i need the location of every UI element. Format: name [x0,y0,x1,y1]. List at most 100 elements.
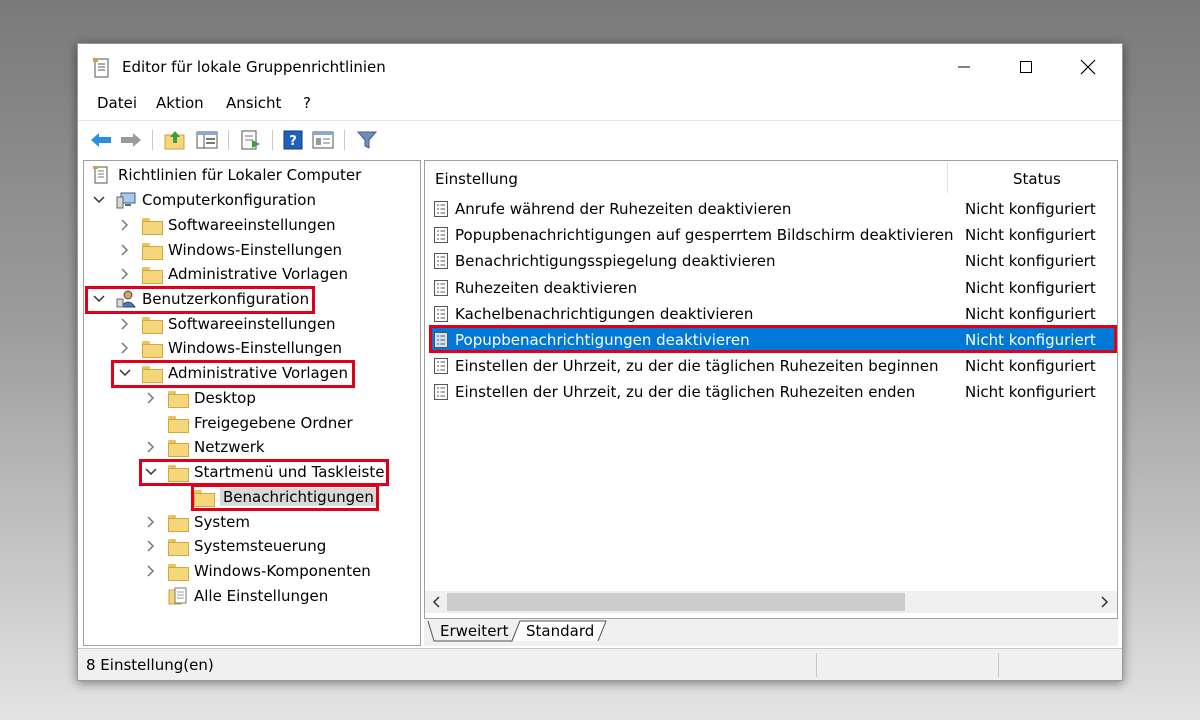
all-settings-icon [168,587,188,605]
tree-item-network[interactable]: Netzwerk [144,435,265,459]
tree-item-notifications[interactable]: Benachrichtigungen [170,485,377,509]
setting-name: Kachelbenachrichtigungen deaktivieren [455,305,754,323]
folder-icon [142,265,163,284]
tree-item-system[interactable]: System [144,510,250,534]
tree-item-user-admin[interactable]: Administrative Vorlagen [118,361,348,385]
tree-item-root[interactable]: Richtlinien für Lokaler Computer [92,163,361,187]
tree-label: Administrative Vorlagen [168,265,349,283]
status-separator [998,653,999,677]
tree-label-selected: Benachrichtigungen [220,488,377,506]
status-count: 8 Einstellung(en) [86,656,214,674]
menu-aktion[interactable]: Aktion [152,94,208,112]
computer-icon [116,191,136,209]
chevron-down-icon[interactable] [92,292,106,306]
properties-button[interactable] [310,127,336,153]
svg-text:?: ? [289,134,297,149]
column-header-status[interactable]: Status [1013,170,1061,188]
setting-row[interactable]: Einstellen der Uhrzeit, zu der die tägli… [429,379,1115,405]
tree-label: Benutzerkonfiguration [142,290,310,308]
tree-item-user[interactable]: Benutzerkonfiguration [92,287,309,311]
setting-row[interactable]: Anrufe während der Ruhezeiten deaktivier… [429,196,1115,222]
chevron-right-icon[interactable] [118,317,132,331]
policy-editor-icon [93,58,111,78]
chevron-down-icon[interactable] [92,193,106,207]
show-hide-tree-button[interactable] [194,127,220,153]
forward-button[interactable] [118,127,144,153]
forward-arrow-icon [121,133,141,147]
chevron-right-icon[interactable] [118,341,132,355]
chevron-down-icon[interactable] [118,366,132,380]
setting-name: Popupbenachrichtigungen auf gesperrtem B… [455,226,954,244]
setting-row[interactable]: Kachelbenachrichtigungen deaktivieren Nic… [429,301,1115,327]
tree-item-windows-components[interactable]: Windows-Komponenten [144,559,371,583]
chevron-right-icon[interactable] [118,218,132,232]
chevron-right-icon[interactable] [144,564,158,578]
chevron-right-icon[interactable] [144,515,158,529]
menu-ansicht[interactable]: Ansicht [222,94,285,112]
setting-row[interactable]: Popupbenachrichtigungen auf gesperrtem B… [429,222,1115,248]
chevron-right-icon[interactable] [118,267,132,281]
tree-label: Desktop [194,389,256,407]
tree-label: Softwareeinstellungen [168,315,336,333]
close-icon [1080,59,1096,75]
tree-item-user-software[interactable]: Softwareeinstellungen [118,312,336,336]
tree-item-computer-software[interactable]: Softwareeinstellungen [118,213,336,237]
filter-icon [357,131,377,149]
minimize-button[interactable] [933,44,995,90]
policy-setting-icon [434,227,448,243]
back-button[interactable] [88,127,114,153]
column-separator[interactable] [947,163,948,193]
policy-setting-icon [434,253,448,269]
setting-status: Nicht konfiguriert [965,305,1096,323]
menu-datei[interactable]: Datei [93,94,141,112]
chevron-right-icon[interactable] [118,243,132,257]
scroll-right-arrow[interactable] [1097,594,1113,610]
back-arrow-icon [91,133,111,147]
maximize-button[interactable] [995,44,1057,90]
tree-item-user-windows[interactable]: Windows-Einstellungen [118,336,342,360]
setting-row[interactable]: Einstellen der Uhrzeit, zu der die tägli… [429,353,1115,379]
tree-item-computer[interactable]: Computerkonfiguration [92,188,316,212]
tree-item-desktop[interactable]: Desktop [144,386,256,410]
scrollbar-thumb[interactable] [447,593,905,611]
horizontal-scrollbar[interactable] [425,591,1117,613]
setting-name: Anrufe während der Ruhezeiten deaktivier… [455,200,792,218]
setting-row[interactable]: Ruhezeiten deaktivieren Nicht konfigurier… [429,275,1115,301]
setting-name: Ruhezeiten deaktivieren [455,279,638,297]
tree-label: Systemsteuerung [194,537,327,555]
chevron-right-icon[interactable] [144,539,158,553]
scroll-left-arrow[interactable] [428,594,444,610]
toolbar: ? [78,120,1122,156]
policy-setting-icon [434,384,448,400]
setting-row[interactable]: Popupbenachrichtigungen deaktivieren Nich… [429,327,1115,353]
tree-item-all-settings[interactable]: Alle Einstellungen [144,584,328,608]
chevron-right-icon[interactable] [144,440,158,454]
setting-status: Nicht konfiguriert [965,279,1096,297]
tree-item-computer-windows[interactable]: Windows-Einstellungen [118,238,342,262]
chevron-down-icon[interactable] [144,465,158,479]
tree-item-control-panel[interactable]: Systemsteuerung [144,534,326,558]
tab-erweitert[interactable]: Erweitert [430,619,518,643]
tab-standard[interactable]: Standard [516,619,604,643]
gpedit-window: Editor für lokale Gruppenrichtlinien Dat… [77,43,1123,681]
tree-pane: Richtlinien für Lokaler Computer Compute… [83,160,421,646]
menu-help[interactable]: ? [299,94,315,112]
setting-status: Nicht konfiguriert [965,252,1096,270]
show-hide-tree-icon [196,131,218,149]
filter-button[interactable] [354,127,380,153]
export-list-button[interactable] [238,127,264,153]
up-level-button[interactable] [162,127,188,153]
tree-item-shared-folders[interactable]: Freigegebene Ordner [144,411,353,435]
menu-bar: Datei Aktion Ansicht ? [78,90,1122,118]
folder-icon [142,339,163,358]
up-folder-icon [164,131,185,150]
close-button[interactable] [1057,44,1119,90]
folder-icon [142,315,163,334]
tree-item-startmenu[interactable]: Startmenü und Taskleiste [144,460,384,484]
chevron-right-icon[interactable] [144,391,158,405]
toolbar-separator [228,130,229,150]
help-button[interactable]: ? [280,127,306,153]
tree-item-computer-admin[interactable]: Administrative Vorlagen [118,262,348,286]
column-header-setting[interactable]: Einstellung [435,170,518,188]
setting-row[interactable]: Benachrichtigungsspiegelung deaktivieren… [429,248,1115,274]
